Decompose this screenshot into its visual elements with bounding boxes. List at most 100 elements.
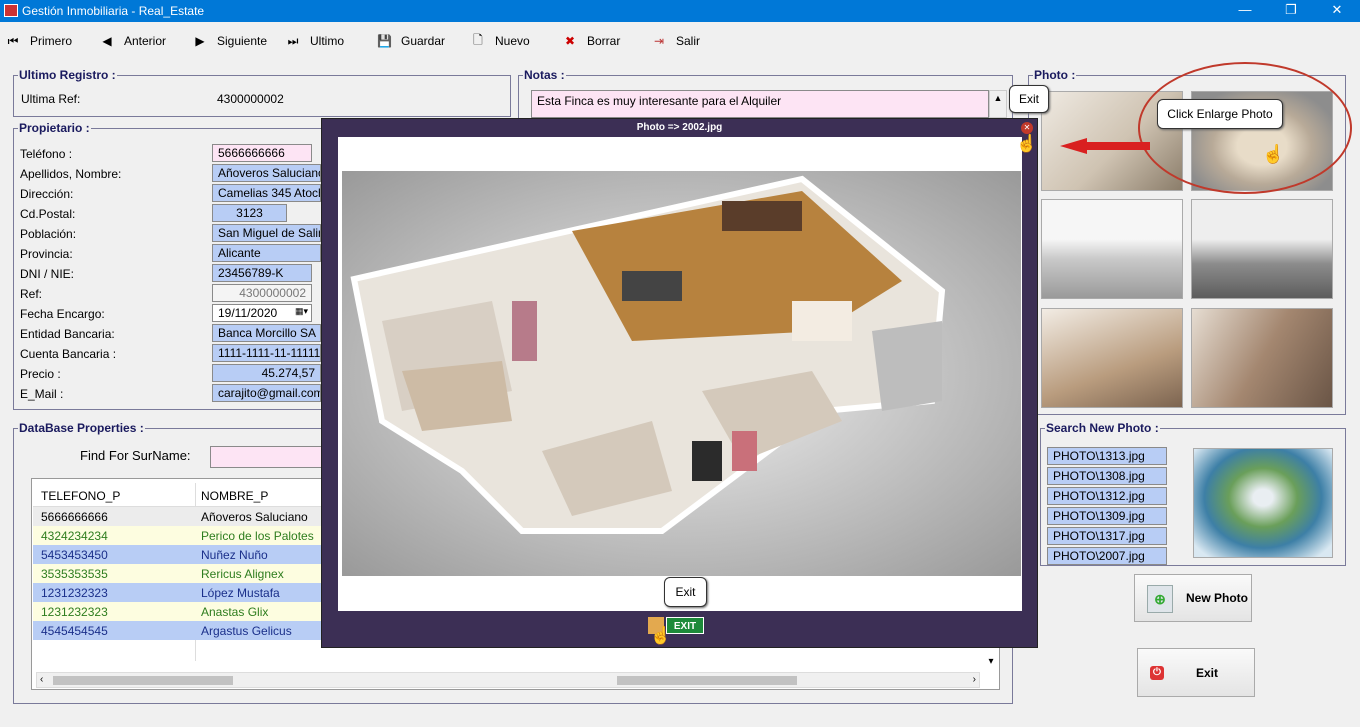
first-record-icon: ⏮ [7, 33, 19, 48]
table-horizontal-scrollbar[interactable]: ‹ › [36, 672, 980, 688]
notas-textarea[interactable]: Esta Finca es muy interesante para el Al… [531, 90, 989, 118]
photo-file-item[interactable]: PHOTO\1312.jpg [1047, 487, 1167, 505]
next-label: Siguiente [217, 34, 268, 48]
save-button[interactable]: 💾 Guardar [377, 28, 445, 54]
cell-telefono: 3535353535 [41, 567, 108, 581]
dialog-close-icon[interactable]: ✕ [1021, 122, 1033, 134]
column-header-telefono[interactable]: TELEFONO_P [41, 489, 120, 503]
email-label: E_Mail : [20, 387, 64, 401]
cell-nombre: Anastas Glix [201, 605, 269, 619]
exit-sign-button[interactable]: EXIT [666, 617, 704, 634]
email-field[interactable]: carajito@gmail.com [212, 384, 321, 402]
photo-thumbnail-3[interactable] [1041, 199, 1183, 299]
cell-nombre: Argastus Gelicus [201, 624, 292, 638]
direccion-field[interactable]: Camelias 345 Atocha [212, 184, 321, 202]
telefono-field[interactable]: 5666666666 [212, 144, 312, 162]
photo-legend: Photo : [1033, 68, 1077, 82]
table-row[interactable]: 5453453450 Nuñez Nuño [33, 545, 323, 564]
photo-viewer-dialog: Photo => 2002.jpg ✕ EXIT [321, 118, 1038, 648]
table-header: TELEFONO_P NOMBRE_P [33, 483, 323, 507]
next-button[interactable]: ▶ Siguiente [193, 28, 267, 54]
photo-thumbnail-6[interactable] [1191, 308, 1333, 408]
notas-group: Notas : Esta Finca es muy interesante pa… [518, 68, 1013, 121]
new-photo-label: New Photo [1186, 591, 1248, 605]
cdpostal-label: Cd.Postal: [20, 207, 76, 221]
minimize-button[interactable]: — [1222, 0, 1268, 22]
hand-pointer-icon: ☝ [1016, 134, 1038, 153]
new-document-icon: 🗋 [473, 32, 483, 47]
delete-button[interactable]: ✖ Borrar [563, 28, 620, 54]
power-icon: ⏻ [1150, 666, 1164, 680]
precio-field[interactable]: 45.274,57 [212, 364, 321, 382]
cuenta-bancaria-field[interactable]: 1111-1111-11-1111111111 [212, 344, 321, 362]
scroll-thumb-right[interactable] [617, 676, 797, 685]
exit-button[interactable]: ⏻ Exit [1137, 648, 1255, 697]
cdpostal-field[interactable]: 3123 [212, 204, 287, 222]
close-window-button[interactable]: ✕ [1314, 0, 1360, 22]
photo-file-item[interactable]: PHOTO\1309.jpg [1047, 507, 1167, 525]
cell-telefono: 4324234234 [41, 529, 108, 543]
table-row[interactable]: 1231232323 López Mustafa [33, 583, 323, 602]
save-label: Guardar [401, 34, 446, 48]
last-record-icon: ⏭ [287, 33, 299, 48]
table-row[interactable]: 1231232323 Anastas Glix [33, 602, 323, 621]
find-surname-input[interactable] [210, 446, 322, 468]
fecha-encargo-value: 19/11/2020 [218, 306, 278, 320]
exit-button-label: Exit [1196, 666, 1219, 680]
poblacion-field[interactable]: San Miguel de Salinas [212, 224, 321, 242]
fecha-encargo-picker[interactable]: 19/11/2020 ▦▾ [212, 304, 312, 322]
photo-file-item[interactable]: PHOTO\1308.jpg [1047, 467, 1167, 485]
notas-legend: Notas : [523, 68, 566, 82]
photo-file-item[interactable]: PHOTO\2007.jpg [1047, 547, 1167, 565]
poblacion-label: Población: [20, 227, 77, 241]
photo-file-item[interactable]: PHOTO\1317.jpg [1047, 527, 1167, 545]
table-row[interactable]: 4545454545 Argastus Gelicus [33, 621, 323, 640]
new-photo-button[interactable]: ⊕ New Photo [1134, 574, 1252, 622]
enlarge-photo-tooltip: Click Enlarge Photo [1157, 99, 1283, 129]
photo-thumbnail-5[interactable] [1041, 308, 1183, 408]
enlarged-photo [342, 171, 1021, 576]
calendar-dropdown-icon[interactable]: ▦▾ [295, 306, 308, 317]
find-surname-label: Find For SurName: [80, 448, 191, 463]
first-button[interactable]: ⏮ Primero [6, 28, 72, 54]
photo-thumbnail-4[interactable] [1191, 199, 1333, 299]
database-legend: DataBase Properties : [18, 421, 145, 435]
apellidos-label: Apellidos, Nombre: [20, 167, 122, 181]
dni-field[interactable]: 23456789-K [212, 264, 312, 282]
dni-label: DNI / NIE: [20, 267, 75, 281]
propietario-legend: Propietario : [18, 121, 91, 135]
hand-pointer-icon: ☝ [1262, 144, 1285, 164]
table-row[interactable]: 4324234234 Perico de los Palotes [33, 526, 323, 545]
table-row[interactable]: 5666666666 Añoveros Saluciano [33, 507, 323, 526]
column-header-nombre[interactable]: NOMBRE_P [201, 489, 268, 503]
restore-button[interactable]: ❐ [1268, 0, 1314, 22]
ref-field: 4300000002 [212, 284, 312, 302]
photo-file-item[interactable]: PHOTO\1313.jpg [1047, 447, 1167, 465]
previous-label: Anterior [124, 34, 167, 48]
new-button[interactable]: 🗋 Nuevo [471, 28, 530, 54]
exit-tooltip-bottom: Exit [664, 577, 707, 607]
notas-scrollbar[interactable]: ▲ [989, 90, 1007, 118]
scroll-right-icon[interactable]: › [973, 674, 976, 685]
direccion-label: Dirección: [20, 187, 74, 201]
first-label: Primero [30, 34, 73, 48]
entidad-bancaria-field[interactable]: Banca Morcillo SA [212, 324, 321, 342]
exit-toolbar-button[interactable]: ⇥ Salir [652, 28, 700, 54]
last-button[interactable]: ⏭ Ultimo [286, 28, 344, 54]
hand-pointer-icon: ☝ [650, 626, 672, 645]
ultimo-registro-legend: Ultimo Registro : [18, 68, 117, 82]
provincia-field[interactable]: Alicante [212, 244, 321, 262]
table-scroll-down-icon[interactable]: ▾ [983, 656, 999, 676]
cell-nombre: Nuñez Nuño [201, 548, 268, 562]
fecha-encargo-label: Fecha Encargo: [20, 307, 105, 321]
precio-label: Precio : [20, 367, 61, 381]
cell-telefono: 5666666666 [41, 510, 108, 524]
previous-button[interactable]: ◀ Anterior [100, 28, 166, 54]
apellidos-field[interactable]: Añoveros Saluciano [212, 164, 321, 182]
cell-nombre: Añoveros Saluciano [201, 510, 308, 524]
table-row[interactable]: 3535353535 Rericus Alignex [33, 564, 323, 583]
previous-icon: ◀ [102, 34, 112, 48]
scroll-thumb-left[interactable] [53, 676, 233, 685]
app-icon [4, 4, 18, 17]
scroll-left-icon[interactable]: ‹ [40, 674, 43, 685]
